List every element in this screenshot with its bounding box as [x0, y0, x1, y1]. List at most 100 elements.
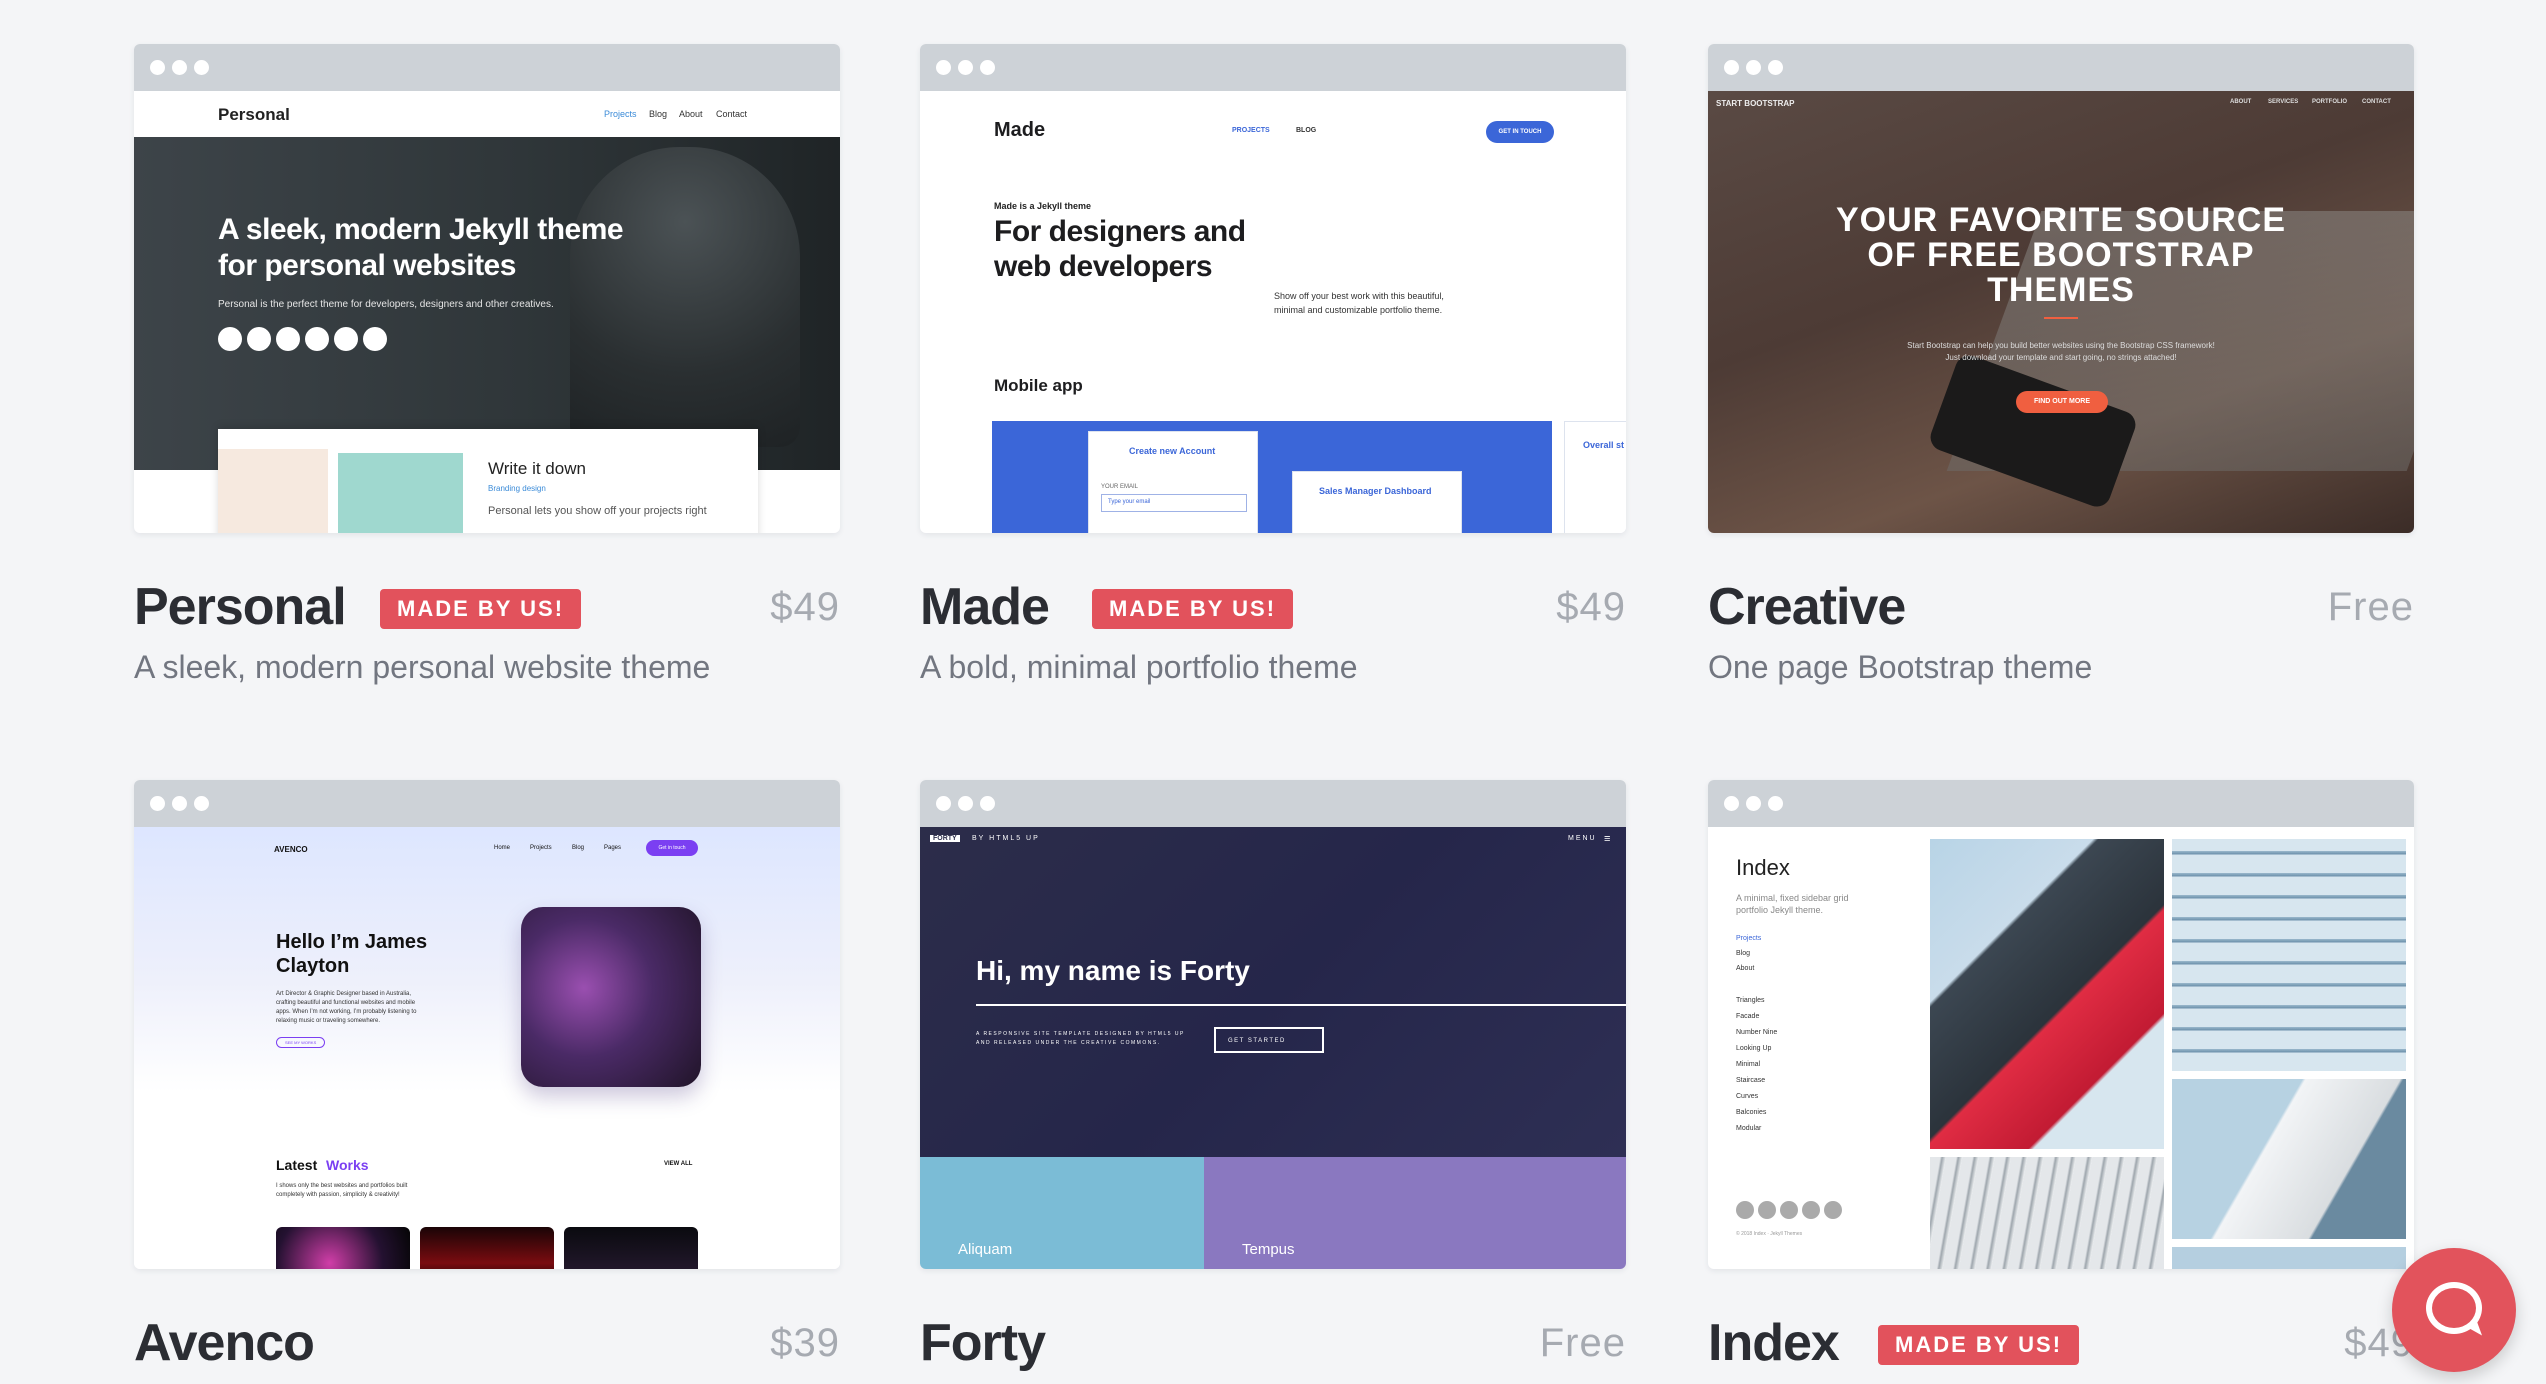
preview-nav-item: SERVICES [2268, 99, 2299, 105]
preview-headline: OF FREE BOOTSTRAP [1867, 236, 2255, 274]
preview-card-text: Personal lets you show off your projects… [488, 505, 707, 517]
preview-body-text: relaxing music or traveling somewhere. [276, 1018, 381, 1024]
preview-footer: © 2018 Index · Jekyll Themes [1736, 1231, 1803, 1237]
preview-hero: A sleek, modern Jekyll theme for persona… [134, 137, 840, 470]
preview-brand: Personal [218, 105, 290, 124]
social-icon [1780, 1201, 1798, 1219]
preview-subtext: Personal is the perfect theme for develo… [218, 299, 554, 310]
preview-nav-item: PORTFOLIO [2312, 99, 2347, 105]
social-icon [1824, 1201, 1842, 1219]
window-dot-icon [194, 796, 209, 811]
theme-card-avenco[interactable]: AVENCO Home Projects Blog Pages Get in t… [134, 780, 840, 1384]
theme-name[interactable]: Forty [920, 1313, 1046, 1373]
preview-screen: START BOOTSTRAP ABOUT SERVICES PORTFOLIO… [1708, 91, 2414, 533]
preview-cta-button: GET STARTED [1214, 1027, 1324, 1053]
preview-list-item: Modular [1736, 1125, 1762, 1132]
theme-preview[interactable]: AVENCO Home Projects Blog Pages Get in t… [134, 780, 840, 1269]
instagram-icon [276, 327, 300, 351]
preview-eyebrow: Made is a Jekyll theme [994, 201, 1092, 211]
preview-nav-item: Pages [604, 845, 622, 851]
preview-link: SEE MY WORKS [276, 1037, 326, 1048]
preview-card-tag: Branding design [488, 484, 546, 493]
preview-tile-title: Tempus [1242, 1241, 1295, 1258]
chat-bubble-tail [2465, 1322, 2483, 1340]
person-photo [570, 147, 800, 447]
window-dot-icon [936, 60, 951, 75]
preview-list-item: Staircase [1736, 1077, 1766, 1084]
theme-description: A sleek, modern personal website theme [134, 649, 711, 685]
window-dot-icon [936, 796, 951, 811]
preview-screen: Index A minimal, fixed sidebar grid port… [1708, 827, 2414, 1269]
theme-card-creative[interactable]: START BOOTSTRAP ABOUT SERVICES PORTFOLIO… [1708, 44, 2414, 686]
email-icon [305, 327, 329, 351]
preview-dashboard-title: Sales Manager Dashboard [1319, 486, 1432, 496]
theme-card-forty[interactable]: FORTY BY HTML5 UP MENU ≡ Hi, my name is … [920, 780, 1626, 1384]
browser-chrome [134, 780, 840, 827]
grid-image [2172, 1247, 2406, 1269]
preview-nav-item: Projects [1736, 935, 1762, 942]
theme-name[interactable]: Creative [1708, 577, 1906, 637]
window-dot-icon [194, 60, 209, 75]
window-dot-icon [1724, 796, 1739, 811]
window-dot-icon [1746, 60, 1761, 75]
made-by-us-badge: MADE BY US! [1092, 589, 1294, 629]
preview-headline: YOUR FAVORITE SOURCE [1835, 201, 2287, 239]
window-dot-icon [172, 60, 187, 75]
preview-list-item: Triangles [1736, 997, 1765, 1004]
preview-nav-item: CONTACT [2362, 99, 2391, 105]
preview-nav-item: Contact [716, 109, 748, 119]
preview-list-item: Facade [1736, 1013, 1760, 1020]
search-icon [334, 327, 358, 351]
made-by-us-badge: MADE BY US! [1878, 1325, 2080, 1365]
preview-tile-title: Aliquam [958, 1241, 1013, 1258]
preview-headline: web developers [994, 250, 1213, 283]
theme-name[interactable]: Index [1708, 1313, 1840, 1373]
preview-body-text: I shows only the best websites and portf… [276, 1183, 408, 1189]
made-by-us-badge: MADE BY US! [380, 589, 582, 629]
theme-name[interactable]: Made [920, 577, 1050, 637]
window-dot-icon [980, 796, 995, 811]
social-icon [1758, 1201, 1776, 1219]
preview-subtext: Start Bootstrap can help you build bette… [1907, 341, 2215, 350]
twitter-icon [247, 327, 271, 351]
chat-help-button[interactable] [2392, 1248, 2516, 1372]
theme-name[interactable]: Avenco [134, 1313, 315, 1373]
profile-photo [521, 907, 701, 1087]
preview-form-input: Type your email [1108, 499, 1151, 505]
theme-preview[interactable]: Made PROJECTS BLOG GET IN TOUCH Made is … [920, 44, 1626, 533]
theme-name[interactable]: Personal [134, 577, 347, 637]
preview-nav-item: ABOUT [2230, 99, 2252, 105]
theme-card-personal[interactable]: Personal Projects Blog About Contact A s… [134, 44, 840, 686]
preview-nav-item: Projects [530, 845, 552, 851]
browser-chrome [134, 44, 840, 91]
theme-preview[interactable]: Index A minimal, fixed sidebar grid port… [1708, 780, 2414, 1269]
preview-tile: Tempus [1204, 1157, 1626, 1269]
preview-form-label: YOUR EMAIL [1101, 484, 1139, 490]
preview-section-title: Works [326, 1157, 369, 1173]
window-dot-icon [1768, 796, 1783, 811]
grid-image [1930, 1157, 2164, 1269]
preview-card-title: Write it down [488, 459, 586, 478]
theme-card-made[interactable]: Made PROJECTS BLOG GET IN TOUCH Made is … [920, 44, 1626, 686]
theme-price: Free [2327, 585, 2414, 629]
preview-nav-item: BLOG [1296, 127, 1317, 134]
window-dot-icon [172, 796, 187, 811]
theme-preview[interactable]: Personal Projects Blog About Contact A s… [134, 44, 840, 533]
preview-headline: A sleek, modern Jekyll theme [218, 213, 624, 246]
preview-headline: for personal websites [218, 249, 516, 282]
preview-list-item: Number Nine [1736, 1029, 1778, 1036]
preview-list-item: Looking Up [1736, 1045, 1772, 1052]
preview-nav-item: About [679, 109, 703, 119]
preview-menu: MENU [1568, 835, 1597, 842]
window-dot-icon [150, 796, 165, 811]
theme-preview[interactable]: START BOOTSTRAP ABOUT SERVICES PORTFOLIO… [1708, 44, 2414, 533]
window-dot-icon [1768, 60, 1783, 75]
preview-brand: BY HTML5 UP [972, 835, 1040, 842]
theme-description: One page Bootstrap theme [1708, 649, 2093, 685]
preview-nav-item: PROJECTS [1232, 127, 1270, 134]
theme-card-index[interactable]: Index A minimal, fixed sidebar grid port… [1708, 780, 2414, 1384]
theme-price: Free [1539, 1321, 1626, 1365]
theme-preview[interactable]: FORTY BY HTML5 UP MENU ≡ Hi, my name is … [920, 780, 1626, 1269]
github-icon [363, 327, 387, 351]
browser-chrome [920, 44, 1626, 91]
